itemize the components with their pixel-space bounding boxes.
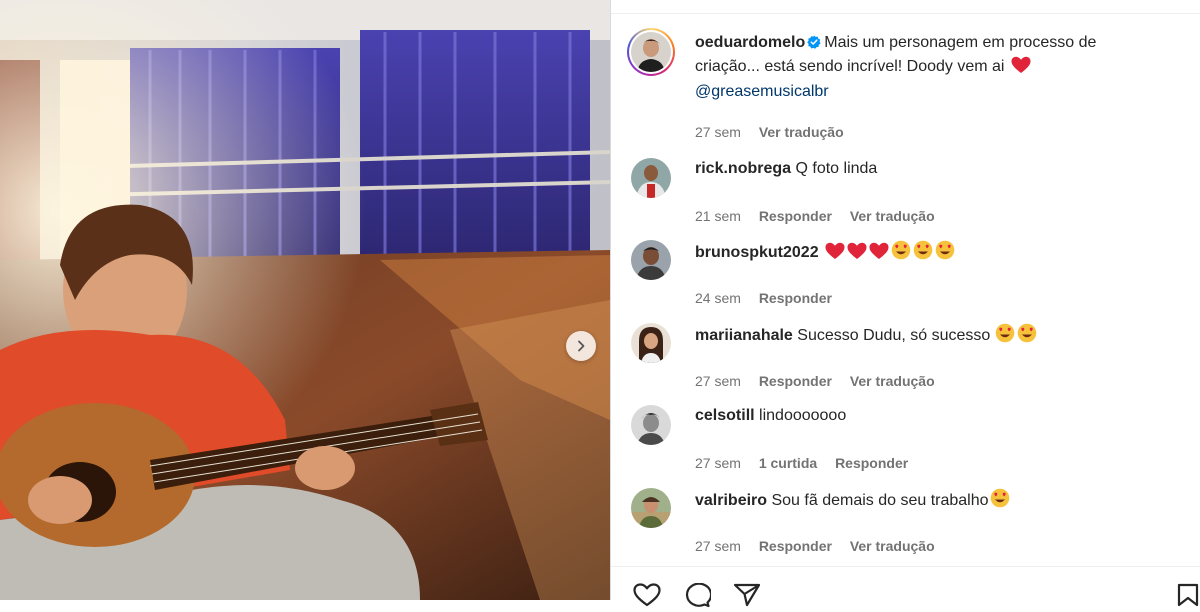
comment-username[interactable]: mariianahale [695, 327, 793, 344]
translate-button[interactable]: Ver tradução [850, 208, 935, 224]
comment-text: mariianahale Sucesso Dudu, só sucesso [695, 323, 1180, 350]
avatar[interactable] [631, 405, 671, 445]
avatar[interactable] [631, 240, 671, 280]
translate-button[interactable]: Ver tradução [850, 538, 935, 554]
comment-body: Q foto linda [795, 160, 878, 177]
translate-button[interactable]: Ver tradução [850, 373, 935, 389]
comment-text: celsotill lindooooooo [695, 405, 1180, 427]
comment-item: mariianahale Sucesso Dudu, só sucesso 27… [631, 323, 1180, 389]
comment-body: Sucesso Dudu, só sucesso [797, 327, 991, 344]
post-caption: oeduardomelo Mais um personagem em proces… [627, 28, 1180, 142]
avatar[interactable] [631, 32, 671, 72]
comment-meta: 27 sem 1 curtida Responder [695, 455, 922, 471]
translate-button[interactable]: Ver tradução [759, 124, 844, 140]
comment-meta: 21 sem Responder Ver tradução [695, 208, 949, 224]
comment-icon[interactable] [683, 582, 713, 612]
next-photo-button[interactable] [566, 331, 596, 361]
comments-panel: oeduardomelo Mais um personagem em proces… [610, 0, 1200, 608]
chevron-right-icon [575, 340, 587, 352]
reply-button[interactable]: Responder [759, 290, 832, 306]
comment-username[interactable]: rick.nobrega [695, 160, 791, 177]
comment-item: valribeiro Sou fã demais do seu trabalho… [631, 488, 1180, 554]
author-username[interactable]: oeduardomelo [695, 34, 805, 51]
verified-badge-icon [807, 34, 821, 56]
save-icon[interactable] [1177, 583, 1199, 612]
comment-time[interactable]: 24 sem [695, 290, 741, 306]
heart-eyes-icon [990, 488, 1010, 515]
red-heart-icon [869, 242, 889, 267]
comment-meta: 24 sem Responder [695, 290, 846, 306]
post-time[interactable]: 27 sem [695, 124, 741, 140]
share-icon[interactable] [733, 583, 761, 612]
comment-item: celsotill lindooooooo 27 sem 1 curtida R… [631, 405, 1180, 471]
comment-time[interactable]: 21 sem [695, 208, 741, 224]
photo-illustration [0, 0, 610, 600]
caption-meta: 27 sem Ver tradução [695, 124, 858, 140]
heart-eyes-icon [995, 323, 1015, 350]
comment-time[interactable]: 27 sem [695, 455, 741, 471]
heart-eyes-icon [913, 240, 933, 267]
reply-button[interactable]: Responder [759, 538, 832, 554]
heart-eyes-icon [935, 240, 955, 267]
comment-body: Sou fã demais do seu trabalho [771, 492, 989, 509]
comment-time[interactable]: 27 sem [695, 538, 741, 554]
comment-text: rick.nobrega Q foto linda [695, 158, 1180, 180]
avatar[interactable] [631, 323, 671, 363]
mention-link[interactable]: @greasemusicalbr [695, 83, 829, 100]
heart-outline-icon[interactable] [633, 583, 661, 612]
comment-meta: 27 sem Responder Ver tradução [695, 538, 949, 554]
caption-text: oeduardomelo Mais um personagem em proces… [695, 32, 1180, 103]
reply-button[interactable]: Responder [759, 373, 832, 389]
comment-text: valribeiro Sou fã demais do seu trabalho [695, 488, 1180, 515]
reply-button[interactable]: Responder [759, 208, 832, 224]
comment-username[interactable]: brunospkut2022 [695, 244, 819, 261]
comments-list[interactable]: oeduardomelo Mais um personagem em proces… [611, 14, 1200, 570]
comment-time[interactable]: 27 sem [695, 373, 741, 389]
comment-item: rick.nobrega Q foto linda 21 sem Respond… [631, 158, 1180, 224]
likes-count[interactable]: 1 curtida [759, 455, 817, 471]
comment-item: brunospkut2022 24 sem Responder [631, 240, 1180, 306]
caption-line-1: Mais um personagem em processo de [824, 34, 1097, 51]
post-action-bar [611, 566, 1200, 608]
comment-meta: 27 sem Responder Ver tradução [695, 373, 949, 389]
red-heart-icon [1011, 56, 1031, 81]
reply-button[interactable]: Responder [835, 455, 908, 471]
comment-text: brunospkut2022 [695, 240, 1180, 267]
post-photo[interactable] [0, 0, 610, 600]
avatar[interactable] [631, 488, 671, 528]
comment-body: lindooooooo [759, 407, 847, 424]
avatar[interactable] [631, 158, 671, 198]
caption-line-2: criação... está sendo incrível! Doody ve… [695, 58, 1005, 75]
red-heart-icon [847, 242, 867, 267]
heart-eyes-icon [891, 240, 911, 267]
red-heart-icon [825, 242, 845, 267]
heart-eyes-icon [1017, 323, 1037, 350]
comment-username[interactable]: celsotill [695, 407, 755, 424]
comment-username[interactable]: valribeiro [695, 492, 767, 509]
